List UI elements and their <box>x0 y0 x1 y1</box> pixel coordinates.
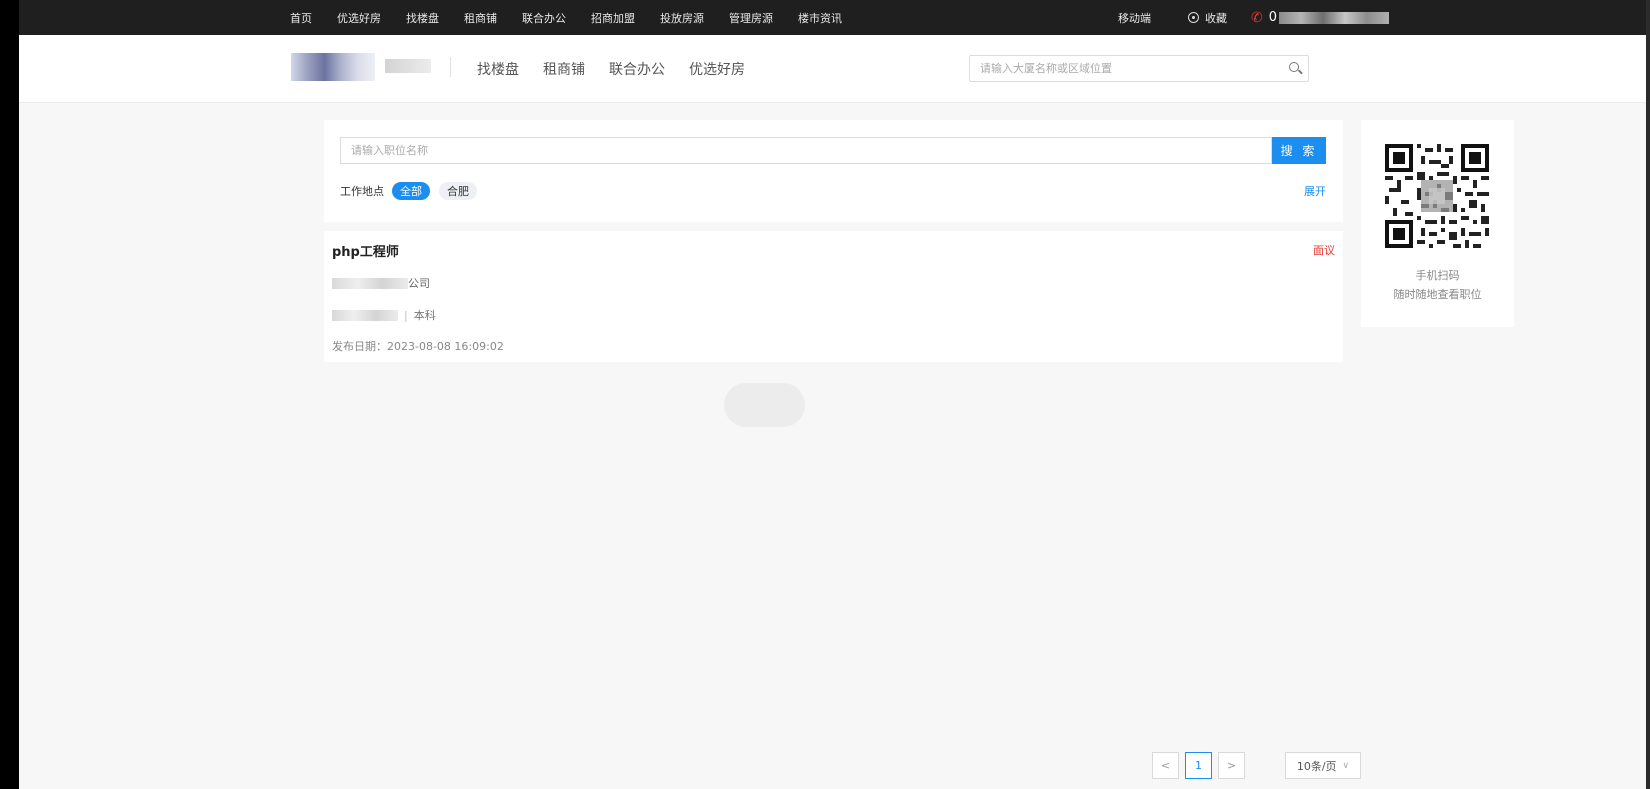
mobile-link[interactable]: 移动端 <box>1118 10 1151 26</box>
company-name-suffix: 公司 <box>408 277 430 290</box>
job-filter-card: 搜 索 工作地点 全部 合肥 展开 <box>324 120 1343 222</box>
location-tag-hefei[interactable]: 合肥 <box>439 182 477 200</box>
prev-page-button[interactable]: < <box>1152 752 1179 779</box>
top-nav-franchise[interactable]: 招商加盟 <box>591 10 635 26</box>
top-nav: 首页 优选好房 找楼盘 租商铺 联合办公 招商加盟 投放房源 管理房源 楼市资讯 <box>290 0 867 35</box>
site-logo-text <box>385 59 431 73</box>
header-search <box>969 55 1309 82</box>
main-nav-coworking[interactable]: 联合办公 <box>609 59 665 79</box>
phone-contact: ✆ 0 <box>1251 9 1390 26</box>
phone-number: 0 <box>1268 10 1278 25</box>
top-nav-shops[interactable]: 租商铺 <box>464 10 497 26</box>
page-size-select[interactable]: 10条/页 ∨ <box>1285 752 1361 779</box>
header-search-input[interactable] <box>970 56 1270 81</box>
phone-icon: ✆ <box>1251 9 1263 26</box>
top-right: 移动端 收藏 ✆ 0 <box>1118 0 1390 35</box>
site-logo[interactable] <box>291 53 375 81</box>
chevron-down-icon: ∨ <box>1342 760 1350 771</box>
top-nav-buildings[interactable]: 找楼盘 <box>406 10 439 26</box>
page: 首页 优选好房 找楼盘 租商铺 联合办公 招商加盟 投放房源 管理房源 楼市资讯… <box>19 0 1650 789</box>
company-name-redacted <box>332 277 408 289</box>
main-nav-featured[interactable]: 优选好房 <box>689 59 745 79</box>
job-salary: 面议 <box>1313 244 1335 257</box>
search-icon[interactable] <box>1289 62 1299 72</box>
main-nav: 找楼盘 租商铺 联合办公 优选好房 <box>477 35 769 103</box>
pagination: < 1 > 10条/页 ∨ <box>1152 752 1361 779</box>
job-education: 本科 <box>413 309 436 322</box>
job-search-box <box>340 137 1272 164</box>
job-search-button[interactable]: 搜 索 <box>1272 137 1326 164</box>
top-nav-home[interactable]: 首页 <box>290 10 312 26</box>
job-company: 公司 <box>332 275 430 291</box>
location-filter: 工作地点 全部 合肥 <box>340 182 486 200</box>
qr-code-icon <box>1385 144 1489 248</box>
load-more-button[interactable] <box>724 383 805 427</box>
logo-divider <box>450 57 451 77</box>
window-edge <box>1646 0 1650 789</box>
top-nav-manage-property[interactable]: 管理房源 <box>729 10 773 26</box>
favorite-label: 收藏 <box>1205 11 1227 25</box>
qr-card: 手机扫码 随时随地查看职位 <box>1361 120 1514 327</box>
job-title[interactable]: php工程师 <box>332 241 399 260</box>
job-publish-date: 发布日期：2023-08-08 16:09:02 <box>332 340 504 353</box>
favorite-link[interactable]: 收藏 <box>1188 10 1227 26</box>
job-location-redacted <box>332 309 398 321</box>
expand-filter-link[interactable]: 展开 <box>1304 183 1326 199</box>
top-nav-list-property[interactable]: 投放房源 <box>660 10 704 26</box>
job-list-item[interactable]: php工程师 面议 公司 | 本科 发布日期：2023-08-08 16:09:… <box>324 231 1343 362</box>
top-bar: 首页 优选好房 找楼盘 租商铺 联合办公 招商加盟 投放房源 管理房源 楼市资讯… <box>19 0 1650 35</box>
main-nav-buildings[interactable]: 找楼盘 <box>477 59 519 79</box>
main-nav-shops[interactable]: 租商铺 <box>543 59 585 79</box>
page-button-1[interactable]: 1 <box>1185 752 1212 779</box>
qr-caption-scan: 手机扫码 <box>1415 269 1460 282</box>
page-size-label: 10条/页 <box>1296 759 1337 773</box>
qr-caption-view: 随时随地查看职位 <box>1393 288 1482 301</box>
next-page-button[interactable]: > <box>1218 752 1245 779</box>
top-nav-news[interactable]: 楼市资讯 <box>798 10 842 26</box>
location-label: 工作地点 <box>340 185 384 198</box>
phone-number-redacted <box>1279 11 1390 24</box>
job-meta: | 本科 <box>332 307 436 323</box>
location-tag-all[interactable]: 全部 <box>392 182 430 200</box>
header: 找楼盘 租商铺 联合办公 优选好房 <box>19 35 1650 103</box>
top-nav-featured[interactable]: 优选好房 <box>337 10 381 26</box>
top-nav-coworking[interactable]: 联合办公 <box>522 10 566 26</box>
job-search-input[interactable] <box>341 138 1271 163</box>
meta-divider: | <box>404 308 408 322</box>
favorite-icon <box>1188 12 1199 23</box>
